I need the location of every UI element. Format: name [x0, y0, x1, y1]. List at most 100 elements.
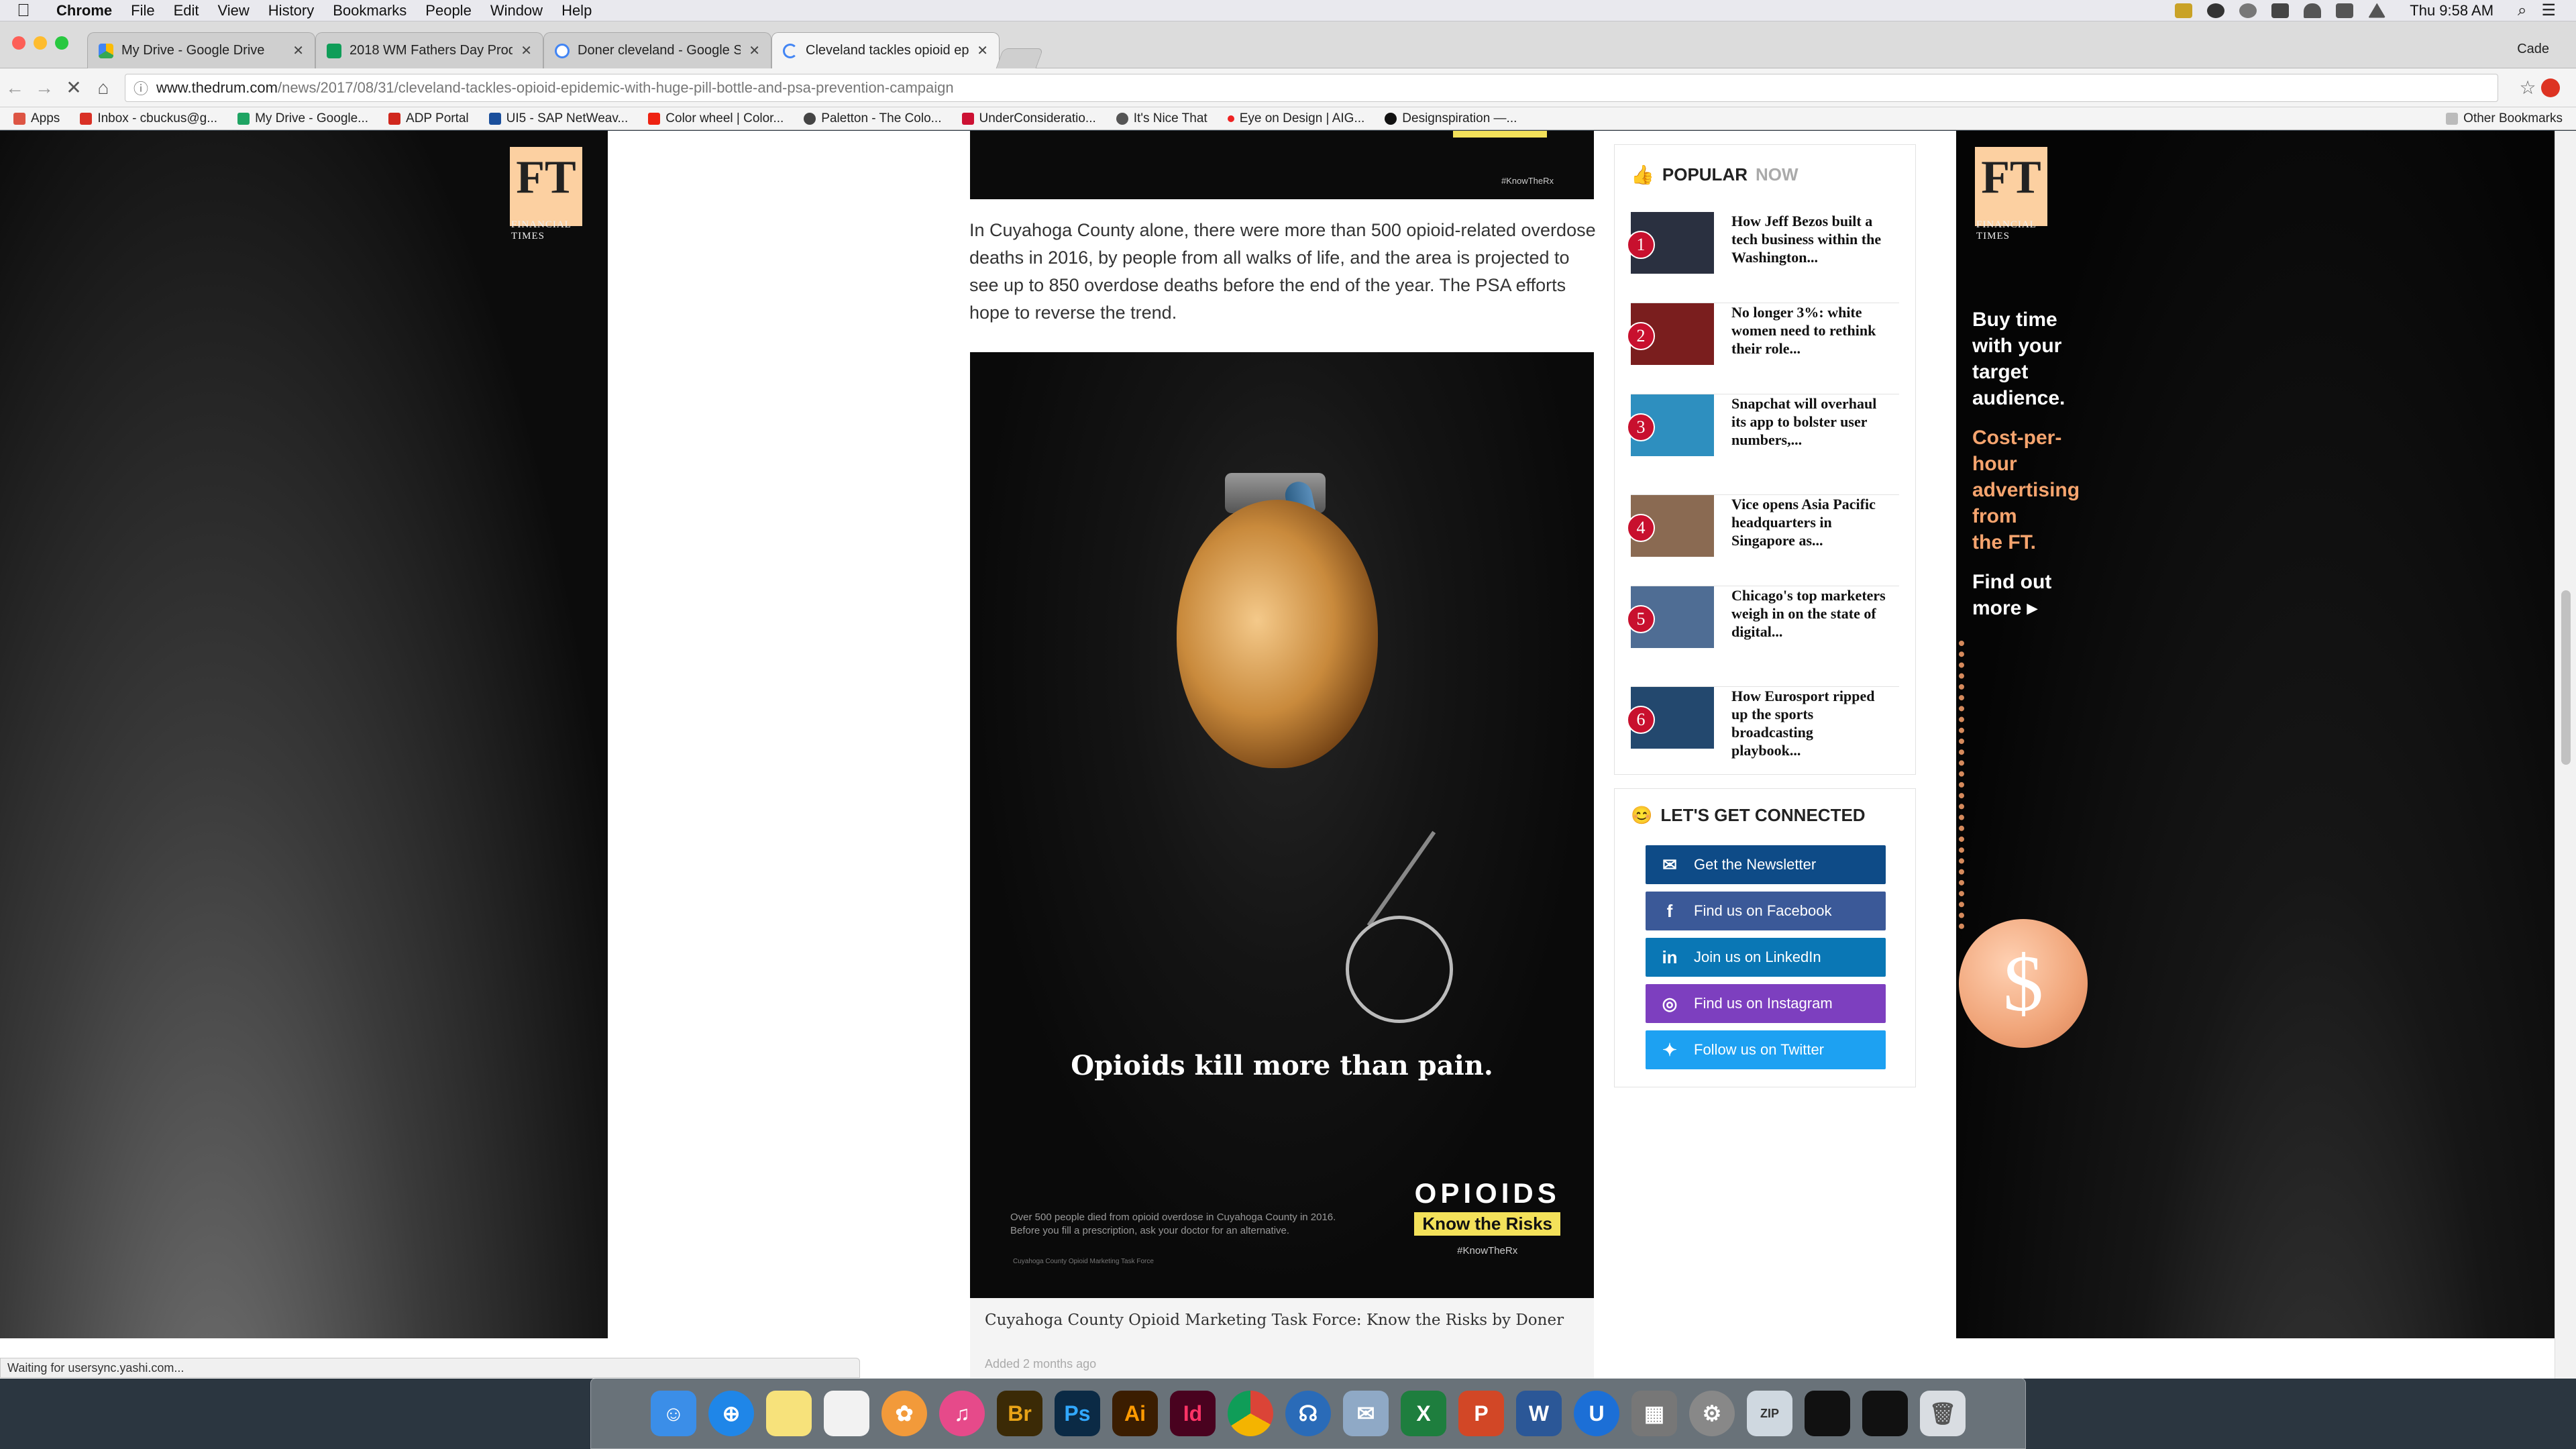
- stop-loading-icon[interactable]: ✕: [59, 76, 89, 99]
- left-ft-ad[interactable]: FT FINANCIAL TIMES: [0, 131, 608, 1338]
- menu-people[interactable]: People: [416, 2, 481, 19]
- adobe-bridge-icon[interactable]: Br: [997, 1391, 1042, 1436]
- safari-icon[interactable]: ⊕: [708, 1391, 754, 1436]
- linkedin-button[interactable]: in Join us on LinkedIn: [1646, 938, 1886, 977]
- tab-my-drive[interactable]: My Drive - Google Drive ✕: [87, 32, 315, 68]
- system-preferences-icon[interactable]: ⚙: [1689, 1391, 1735, 1436]
- wifi-icon[interactable]: [2304, 3, 2322, 18]
- bookmark-eye-on-design[interactable]: Eye on Design | AIG...: [1227, 111, 1364, 126]
- chrome-icon[interactable]: [1228, 1391, 1273, 1436]
- forward-arrow-icon[interactable]: →: [30, 77, 59, 99]
- newsletter-button[interactable]: ✉ Get the Newsletter: [1646, 845, 1886, 884]
- ad-find-out-more-link[interactable]: Find out more ▸: [1972, 569, 2127, 621]
- popular-item[interactable]: 4 Vice opens Asia Pacific headquarters i…: [1627, 495, 1899, 586]
- word-icon[interactable]: W: [1516, 1391, 1562, 1436]
- itunes-icon[interactable]: ♫: [939, 1391, 985, 1436]
- address-bar[interactable]: ⓘ www.thedrum.com/news/2017/08/31/clevel…: [125, 73, 2498, 102]
- mail-icon[interactable]: ✉: [1343, 1391, 1389, 1436]
- airplay-icon[interactable]: [2336, 3, 2354, 18]
- google-drive-icon: [99, 43, 113, 58]
- photos-icon[interactable]: ✿: [881, 1391, 927, 1436]
- close-tab-icon[interactable]: ✕: [749, 42, 760, 59]
- bookmark-apps[interactable]: Apps: [13, 111, 60, 126]
- minimize-window-icon[interactable]: [34, 36, 47, 50]
- home-icon[interactable]: ⌂: [89, 77, 118, 99]
- bookmark-underconsideration[interactable]: UnderConsideratio...: [961, 111, 1096, 126]
- popular-item[interactable]: 5 Chicago's top marketers weigh in on th…: [1627, 586, 1899, 687]
- facebook-button[interactable]: f Find us on Facebook: [1646, 892, 1886, 930]
- tab-fathers-day-sheet[interactable]: 2018 WM Fathers Day Produc ✕: [315, 32, 543, 68]
- trash-icon[interactable]: 🗑: [1920, 1391, 1966, 1436]
- eject-icon[interactable]: [2368, 3, 2386, 18]
- powerpoint-icon[interactable]: P: [1458, 1391, 1504, 1436]
- popular-item[interactable]: 1 How Jeff Bezos built a tech business w…: [1627, 212, 1899, 303]
- profile-name[interactable]: Cade: [2517, 42, 2549, 57]
- url-path: /news/2017/08/31/cleveland-tackles-opioi…: [277, 78, 954, 96]
- spotlight-search-icon[interactable]: ⌕: [2518, 1, 2526, 20]
- bookmark-inbox[interactable]: Inbox - cbuckus@g...: [80, 111, 217, 126]
- bookmark-other-folder[interactable]: Other Bookmarks: [2446, 111, 2563, 126]
- page-info-icon[interactable]: ⓘ: [133, 77, 148, 99]
- menu-view[interactable]: View: [209, 2, 259, 19]
- menubar-clock[interactable]: Thu 9:58 AM: [2400, 2, 2503, 19]
- norton-icon[interactable]: [2175, 3, 2193, 18]
- close-window-icon[interactable]: [12, 36, 25, 50]
- creative-cloud-icon[interactable]: [2207, 3, 2225, 18]
- close-tab-icon[interactable]: ✕: [521, 42, 532, 59]
- close-tab-icon[interactable]: ✕: [977, 42, 988, 59]
- ft-ad-copy[interactable]: Buy time with your target audience. Cost-pe…: [1972, 307, 2127, 621]
- menu-app-chrome[interactable]: Chrome: [47, 2, 121, 19]
- menu-edit[interactable]: Edit: [164, 2, 209, 19]
- popular-item[interactable]: 6 How Eurosport ripped up the sports bro…: [1627, 687, 1899, 778]
- illustrator-icon[interactable]: Ai: [1112, 1391, 1158, 1436]
- popular-item[interactable]: 3 Snapchat will overhaul its app to bols…: [1627, 394, 1899, 495]
- notification-center-icon[interactable]: ☰: [2541, 1, 2556, 20]
- tab-cleveland-article[interactable]: Cleveland tackles opioid epide ✕: [771, 32, 1000, 68]
- photoshop-window-icon[interactable]: [1862, 1391, 1908, 1436]
- loading-spinner-icon: [783, 43, 798, 58]
- menu-history[interactable]: History: [259, 2, 323, 19]
- settings-gear-icon[interactable]: [2239, 3, 2257, 18]
- battery-icon[interactable]: [2271, 3, 2290, 18]
- finder-icon[interactable]: ☺: [651, 1391, 696, 1436]
- menu-bookmarks[interactable]: Bookmarks: [323, 2, 416, 19]
- u-app-icon[interactable]: U: [1574, 1391, 1619, 1436]
- smiley-icon: 😊: [1631, 805, 1653, 825]
- back-arrow-icon[interactable]: ←: [0, 77, 30, 99]
- article-poster-image[interactable]: Opioids kill more than pain. Over 500 pe…: [970, 352, 1594, 1298]
- new-tab-button[interactable]: [996, 48, 1044, 68]
- bookmark-color-wheel[interactable]: Color wheel | Color...: [648, 111, 784, 126]
- extension-icon[interactable]: [2541, 78, 2560, 97]
- instagram-button[interactable]: ◎ Find us on Instagram: [1646, 984, 1886, 1023]
- bookmark-star-icon[interactable]: ☆: [2514, 76, 2541, 99]
- calculator-icon[interactable]: ▦: [1631, 1391, 1677, 1436]
- menu-file[interactable]: File: [121, 2, 164, 19]
- bookmark-ui5-sap[interactable]: UI5 - SAP NetWeav...: [488, 111, 628, 126]
- bookmark-designspiration[interactable]: Designspiration —...: [1385, 111, 1517, 126]
- menu-window[interactable]: Window: [481, 2, 552, 19]
- twitter-button[interactable]: ✦ Follow us on Twitter: [1646, 1030, 1886, 1069]
- google-drive-icon: [237, 112, 250, 125]
- vpn-icon[interactable]: ☊: [1285, 1391, 1331, 1436]
- bookmark-its-nice-that[interactable]: It's Nice That: [1116, 111, 1208, 126]
- indesign-icon[interactable]: Id: [1170, 1391, 1216, 1436]
- bookmark-my-drive[interactable]: My Drive - Google...: [237, 111, 368, 126]
- bookmark-adp-portal[interactable]: ADP Portal: [388, 111, 469, 126]
- notes-icon[interactable]: [766, 1391, 812, 1436]
- excel-icon[interactable]: X: [1401, 1391, 1446, 1436]
- apple-menu-icon[interactable]: : [0, 0, 47, 21]
- menu-help[interactable]: Help: [552, 2, 601, 19]
- bookmark-paletton[interactable]: Paletton - The Colo...: [804, 111, 942, 126]
- tab-google-search[interactable]: Doner cleveland - Google Sea ✕: [543, 32, 771, 68]
- illustrator-window-icon[interactable]: [1805, 1391, 1850, 1436]
- photoshop-icon[interactable]: Ps: [1055, 1391, 1100, 1436]
- popular-rank: 1: [1627, 231, 1655, 259]
- popular-item[interactable]: 2 No longer 3%: white women need to reth…: [1627, 303, 1899, 394]
- facebook-icon: f: [1666, 900, 1673, 921]
- maximize-window-icon[interactable]: [55, 36, 68, 50]
- close-tab-icon[interactable]: ✕: [292, 42, 304, 59]
- grenade-pin-ring: [1346, 916, 1453, 1023]
- scrollbar-thumb[interactable]: [2561, 590, 2571, 765]
- reminders-icon[interactable]: [824, 1391, 869, 1436]
- zip-file-icon[interactable]: ZIP: [1747, 1391, 1792, 1436]
